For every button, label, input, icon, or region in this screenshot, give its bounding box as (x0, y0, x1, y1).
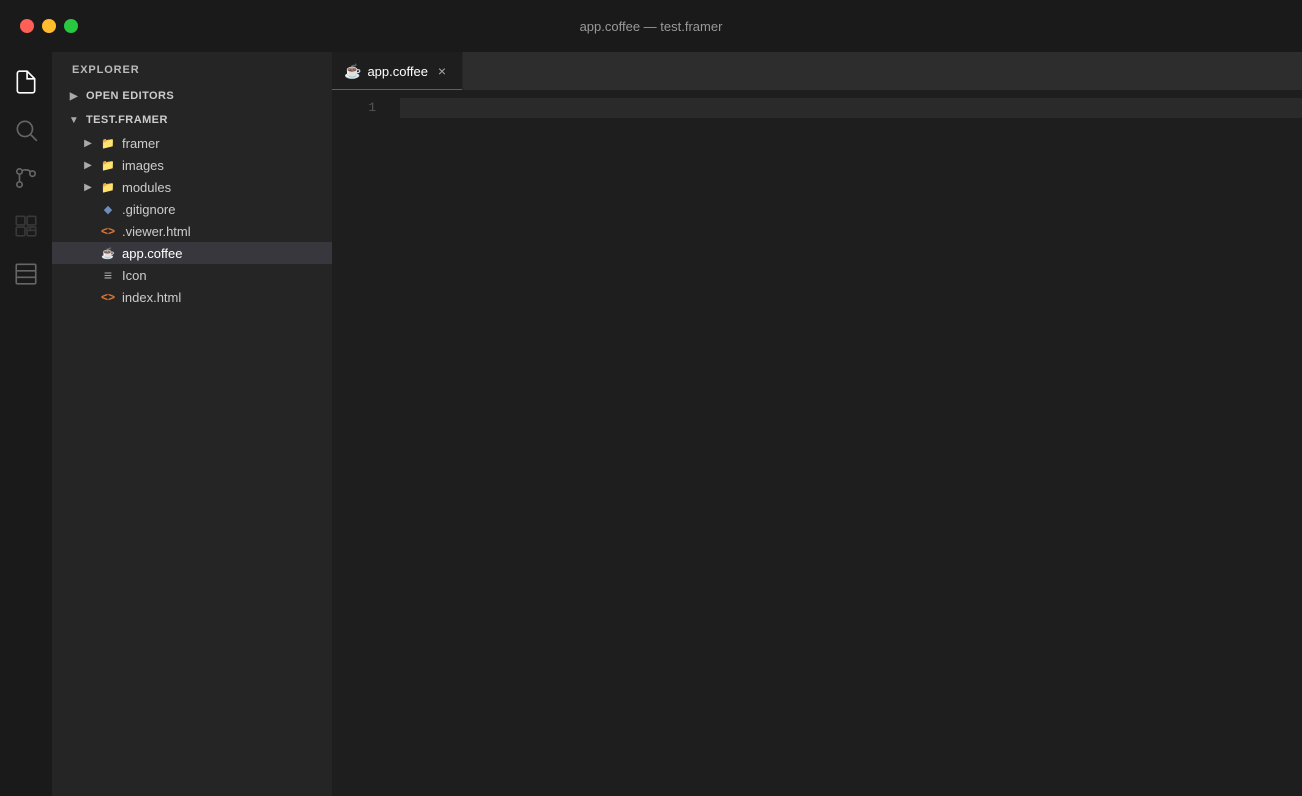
icon-label: Icon (122, 268, 147, 283)
app-coffee-label: app.coffee (122, 246, 182, 261)
tree-item-icon[interactable]: ▶ ≡ Icon (52, 264, 332, 286)
tree-item-index-html[interactable]: ▶ <> index.html (52, 286, 332, 308)
section-test-framer[interactable]: ▼ TEST.FRAMER (52, 108, 332, 132)
folder-chevron-icon: ▶ (80, 135, 96, 151)
tree-item-gitignore[interactable]: ▶ ◆ .gitignore (52, 198, 332, 220)
folder-framer-label: framer (122, 136, 160, 151)
minimize-button[interactable] (42, 19, 56, 33)
folder-chevron-icon: ▶ (80, 157, 96, 173)
sidebar: EXPLORER ▶ OPEN EDITORS ▼ TEST.FRAMER ▶ … (52, 52, 332, 796)
chevron-right-icon: ▶ (66, 88, 82, 104)
chevron-down-icon: ▼ (66, 112, 82, 128)
gitignore-label: .gitignore (122, 202, 175, 217)
viewer-html-label: .viewer.html (122, 224, 191, 239)
maximize-button[interactable] (64, 19, 78, 33)
line-number-1: 1 (332, 98, 376, 118)
folder-images-label: images (122, 158, 164, 173)
activity-search[interactable] (4, 108, 48, 152)
extensions-icon (13, 213, 39, 239)
close-button[interactable] (20, 19, 34, 33)
main-layout: EXPLORER ▶ OPEN EDITORS ▼ TEST.FRAMER ▶ … (0, 52, 1302, 796)
tree-item-modules[interactable]: ▶ 📁 modules (52, 176, 332, 198)
tree-item-framer[interactable]: ▶ 📁 framer (52, 132, 332, 154)
folder-icon: 📁 (100, 135, 116, 151)
text-icon: ≡ (100, 267, 116, 283)
tabs-bar: ☕ app.coffee × (332, 52, 1302, 90)
folder-icon: 📁 (100, 157, 116, 173)
layout-icon (13, 261, 39, 287)
activity-explorer[interactable] (4, 60, 48, 104)
section-open-editors[interactable]: ▶ OPEN EDITORS (52, 84, 332, 108)
activity-source-control[interactable] (4, 156, 48, 200)
folder-icon: 📁 (100, 179, 116, 195)
window-controls[interactable] (20, 19, 78, 33)
cursor-line (400, 98, 1302, 118)
html-icon: <> (100, 223, 116, 239)
sidebar-header: EXPLORER (52, 52, 332, 84)
tree-item-viewer-html[interactable]: ▶ <> .viewer.html (52, 220, 332, 242)
activity-extensions[interactable] (4, 204, 48, 248)
titlebar: app.coffee — test.framer (0, 0, 1302, 52)
html-icon: <> (100, 289, 116, 305)
section-test-framer-label: TEST.FRAMER (86, 114, 168, 126)
tree-item-images[interactable]: ▶ 📁 images (52, 154, 332, 176)
line-numbers: 1 (332, 90, 392, 796)
folder-modules-label: modules (122, 180, 171, 195)
activity-layout[interactable] (4, 252, 48, 296)
tree-item-app-coffee[interactable]: ▶ ☕ app.coffee (52, 242, 332, 264)
tab-app-coffee[interactable]: ☕ app.coffee × (332, 52, 463, 90)
editor-area: ☕ app.coffee × 1 (332, 52, 1302, 796)
coffee-icon: ☕ (100, 245, 116, 261)
folder-chevron-icon: ▶ (80, 179, 96, 195)
tab-close-button[interactable]: × (434, 63, 450, 79)
activity-bar (0, 52, 52, 796)
code-area[interactable] (392, 90, 1302, 796)
section-open-editors-label: OPEN EDITORS (86, 90, 174, 102)
editor-content: 1 (332, 90, 1302, 796)
index-html-label: index.html (122, 290, 181, 305)
window-title: app.coffee — test.framer (580, 19, 723, 34)
source-control-icon (13, 165, 39, 191)
tab-coffee-icon: ☕ (344, 63, 361, 80)
files-icon (13, 69, 39, 95)
search-icon (13, 117, 39, 143)
tab-label: app.coffee (367, 64, 427, 79)
gitignore-icon: ◆ (100, 201, 116, 217)
